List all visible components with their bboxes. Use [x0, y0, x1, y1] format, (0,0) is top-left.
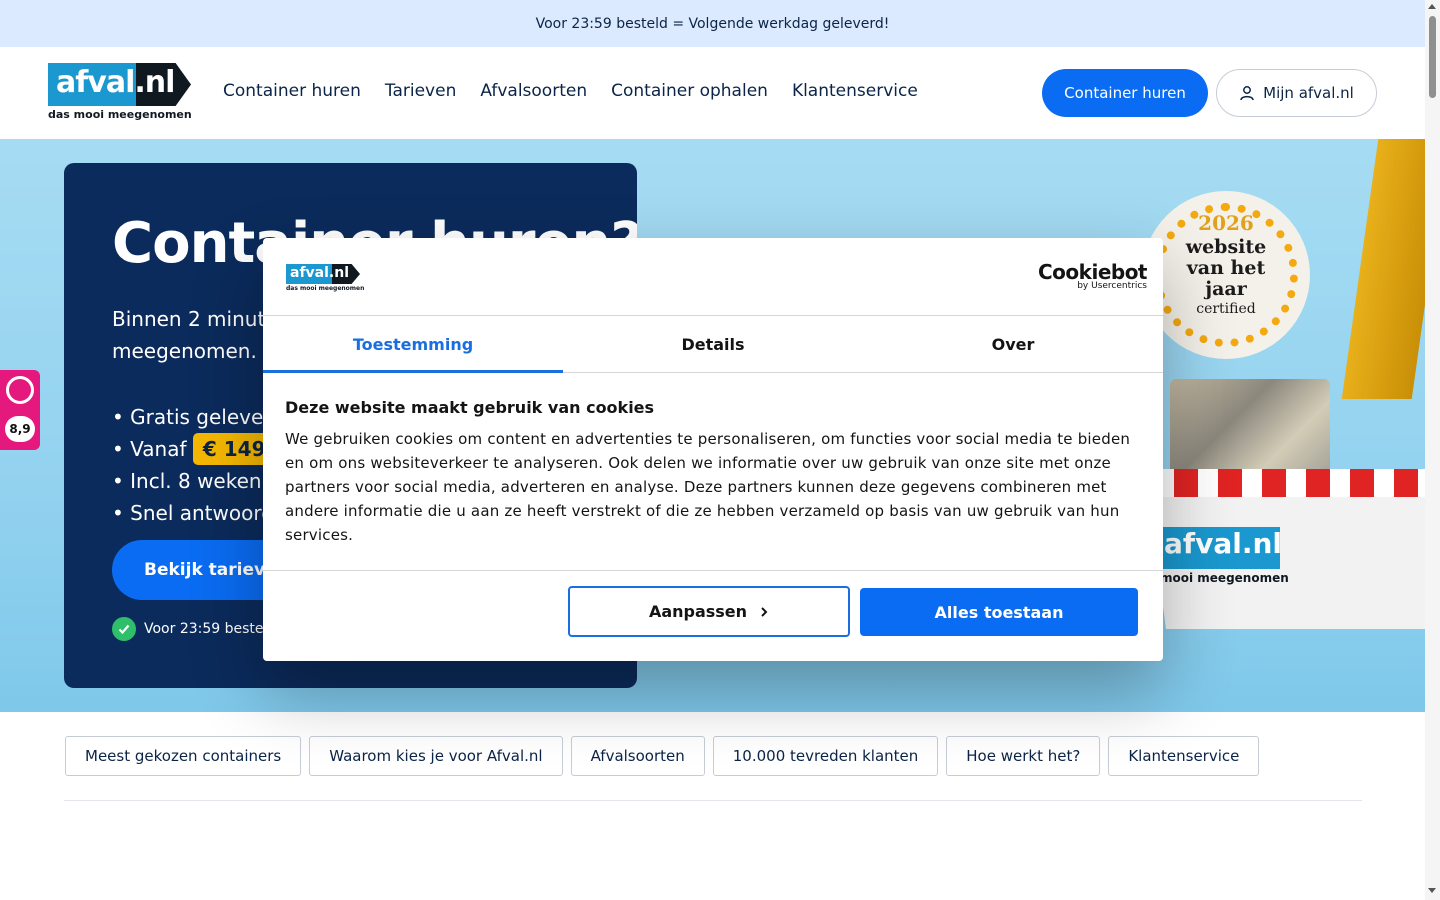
dialog-logo-text: afval.nl: [290, 265, 349, 281]
customize-button[interactable]: Aanpassen: [568, 586, 850, 637]
cookiebot-logo[interactable]: Cookiebot by Usercentrics: [1038, 260, 1148, 291]
tab-over[interactable]: Over: [863, 316, 1163, 372]
allow-all-button[interactable]: Alles toestaan: [860, 588, 1138, 636]
scroll-thumb[interactable]: [1429, 16, 1436, 98]
dialog-heading: Deze website maakt gebruik van cookies: [285, 398, 655, 417]
page-scrollbar[interactable]: [1425, 0, 1440, 900]
chevron-right-icon: [761, 606, 768, 617]
scroll-up-icon[interactable]: [1428, 4, 1436, 9]
cookie-dialog: afval.nl das mooi meegenomen Cookiebot b…: [263, 238, 1163, 661]
dialog-tabs: Toestemming Details Over: [263, 315, 1163, 373]
scroll-down-icon[interactable]: [1428, 888, 1436, 893]
dialog-logo: afval.nl das mooi meegenomen: [286, 264, 365, 292]
dialog-logo-tagline: das mooi meegenomen: [286, 285, 365, 292]
dialog-divider: [263, 570, 1163, 571]
tab-details[interactable]: Details: [563, 316, 863, 372]
dialog-body: We gebruiken cookies om content en adver…: [285, 430, 1131, 544]
tab-toestemming[interactable]: Toestemming: [263, 316, 563, 373]
customize-label: Aanpassen: [648, 602, 748, 621]
